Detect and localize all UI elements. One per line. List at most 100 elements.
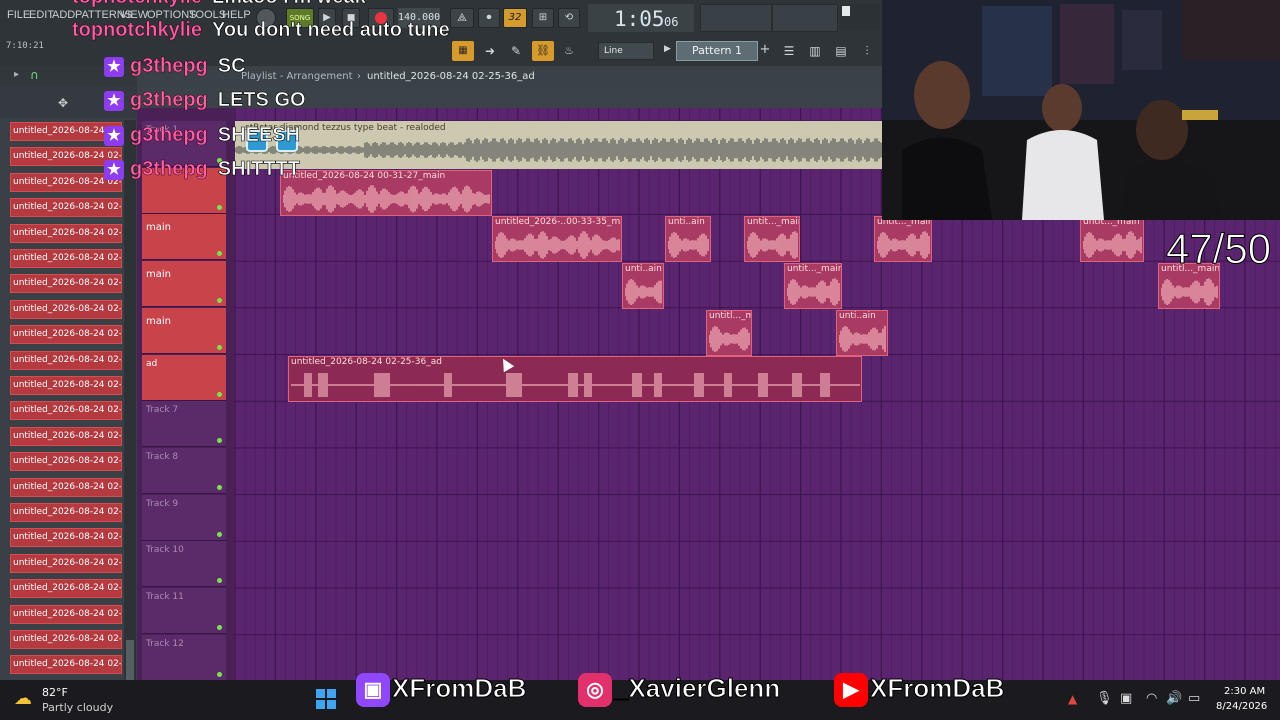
chat-username: g3thepg (130, 89, 208, 112)
clip-waveform (1161, 278, 1218, 306)
pattern-prev-icon[interactable]: ▶ (664, 44, 671, 54)
playlist-window-icon[interactable]: ▦ (452, 41, 474, 61)
wait-input-icon[interactable]: ⏺ (478, 8, 500, 28)
browser-file-item[interactable]: untitled_2026-08-24 02- (10, 553, 122, 573)
audio-clip[interactable]: untit..._main (874, 216, 932, 262)
track-header[interactable]: main (142, 307, 226, 354)
stamp-icon[interactable]: ♨ (558, 41, 580, 61)
webcam-feed (882, 0, 1280, 220)
clip-label: untitled_2026-08-24 00-31-27_main (283, 171, 446, 181)
playlist-icon[interactable]: ☰ (778, 41, 800, 61)
loop-record-icon[interactable]: ⟲ (558, 8, 580, 28)
track-led-icon[interactable] (217, 578, 222, 584)
chat-text: You don't need auto tune (212, 19, 450, 42)
browser-file-item[interactable]: untitled_2026-08-24 02- (10, 376, 122, 395)
add-pattern-icon[interactable]: + (758, 41, 772, 61)
channel-rack-icon[interactable]: ▤ (830, 41, 852, 61)
track-led-icon[interactable] (217, 391, 222, 397)
track-header[interactable]: ad (142, 354, 226, 401)
chat-message: topnotchkylie You don't need auto tune (72, 19, 450, 47)
audio-clip[interactable]: untit..._main (744, 216, 800, 262)
playlist-file: untitled_2026-08-24 02-25-36_ad (367, 71, 535, 82)
browser-file-item[interactable]: untitled_2026-08-24 02- (10, 452, 122, 472)
browser-file-item[interactable]: untitled_2026-08-24 02- (10, 630, 122, 649)
audio-clip[interactable]: untitl..._main (706, 310, 752, 356)
browser-menu-icon[interactable]: ▸ (14, 69, 19, 80)
track-led-icon[interactable] (217, 625, 222, 630)
track-led-icon[interactable] (217, 344, 222, 350)
battery-icon[interactable]: ▭ (1188, 691, 1200, 706)
clip-label: unti..ain (668, 217, 705, 227)
chat-username: topnotchkylie (72, 19, 203, 42)
browser-file-item[interactable]: untitled_2026-08-24 02- (10, 198, 122, 218)
metronome-icon[interactable]: ⟁ (450, 8, 474, 28)
expand-icon[interactable]: ✥ (58, 96, 68, 110)
chat-username: g3thepg (130, 55, 208, 78)
browser-file-item[interactable]: untitled_2026-08-24 02- (10, 604, 122, 624)
audio-clip[interactable]: untit..._main (784, 263, 842, 309)
draw-tool-icon[interactable]: ✎ (506, 41, 526, 61)
volume-icon[interactable]: 🔊 (1166, 691, 1182, 706)
browser-file-item[interactable]: untitled_2026-08-24 02- (10, 655, 122, 675)
snap-select[interactable]: Line (598, 42, 654, 60)
browser-file-item[interactable]: untitled_2026-08-24 02- (10, 299, 122, 319)
chat-text: Lmaoo I'm weak (212, 0, 366, 8)
webcam-image (882, 0, 1280, 220)
track-led-icon[interactable] (217, 251, 222, 257)
audio-clip[interactable]: unti..ain (665, 216, 711, 262)
browser-file-item[interactable]: untitled_2026-08-24 02- (10, 528, 122, 548)
track-name: Track 8 (146, 451, 179, 462)
clock-date[interactable]: 8/24/2026 (1216, 701, 1267, 712)
track-header[interactable]: Track 7 (142, 401, 226, 448)
track-header[interactable]: Track 11 (142, 588, 226, 634)
alert-icon[interactable]: ▲ (1068, 692, 1077, 706)
audio-clip[interactable]: unti..ain (622, 263, 664, 309)
chat-username: topnotchkylie (72, 0, 203, 8)
magnet-icon[interactable]: ∩ (30, 68, 39, 82)
track-led-icon[interactable] (217, 204, 222, 210)
track-header[interactable]: Track 9 (142, 494, 226, 541)
countdown-toggle[interactable]: 32 (503, 8, 527, 28)
track-header[interactable]: Track 10 (142, 541, 226, 588)
browser-file-item[interactable]: untitled_2026-08-24 02- (10, 426, 122, 446)
browser-file-item[interactable]: untitled_2026-08-24 02- (10, 350, 122, 370)
track-header[interactable]: Track 8 (142, 447, 226, 494)
track-header[interactable]: main (142, 261, 226, 308)
arrow-icon[interactable]: ➜ (480, 41, 500, 61)
browser-file-item[interactable]: untitled_2026-08-24 02- (10, 325, 122, 345)
browser-file-item[interactable]: untitled_2026-08-24 02- (10, 579, 122, 599)
audio-clip[interactable]: untitled_2026-08-24 02-25-36_ad (288, 356, 862, 402)
reference-audio-clip[interactable]: stRstar diamond tezzus type beat - realo… (235, 121, 882, 169)
microphone-icon[interactable]: 🎙 (1096, 691, 1113, 706)
track-led-icon[interactable] (217, 484, 222, 490)
audio-clip[interactable]: untit..._main (1080, 216, 1144, 262)
track-led-icon[interactable] (217, 531, 222, 537)
track-led-icon[interactable] (217, 298, 222, 304)
wifi-icon[interactable]: ◠ (1146, 691, 1157, 706)
mixer-icon[interactable]: ⫶ (856, 41, 878, 61)
network-icon[interactable]: ▣ (1120, 691, 1132, 706)
browser-scrollbar[interactable] (124, 120, 136, 680)
step-edit-icon[interactable]: ⊞ (532, 8, 554, 28)
menu-file[interactable]: FILE (7, 9, 30, 21)
browser-file-item[interactable]: untitled_2026-08-24 02- (10, 249, 122, 268)
menu-edit[interactable]: EDIT (29, 9, 54, 21)
audio-clip[interactable]: untitled_2026-..00-33-35_main (492, 216, 622, 262)
snap-link-icon[interactable]: ⛓ (532, 41, 554, 61)
track-led-icon[interactable] (217, 671, 222, 677)
browser-file-item[interactable]: untitled_2026-08-24 02- (10, 503, 122, 522)
track-header[interactable]: main (142, 214, 226, 261)
windows-start-icon[interactable] (316, 689, 336, 709)
piano-roll-icon[interactable]: ▥ (804, 41, 826, 61)
clock-time[interactable]: 2:30 AM (1224, 686, 1265, 697)
track-led-icon[interactable] (217, 438, 222, 444)
browser-file-item[interactable]: untitled_2026-08-24 02- (10, 477, 122, 497)
clip-label: untit..._main (747, 217, 800, 227)
browser-file-item[interactable]: untitled_2026-08-24 02- (10, 223, 122, 243)
browser-file-item[interactable]: untitled_2026-08-24 02- (10, 274, 122, 294)
audio-clip[interactable]: unti..ain (836, 310, 888, 356)
audio-clip[interactable]: untitled_2026-08-24 00-31-27_main (280, 170, 492, 216)
track-header[interactable]: Track 12 (142, 634, 226, 681)
browser-file-item[interactable]: untitled_2026-08-24 02- (10, 401, 122, 421)
pattern-selector[interactable]: Pattern 1 (676, 41, 758, 61)
